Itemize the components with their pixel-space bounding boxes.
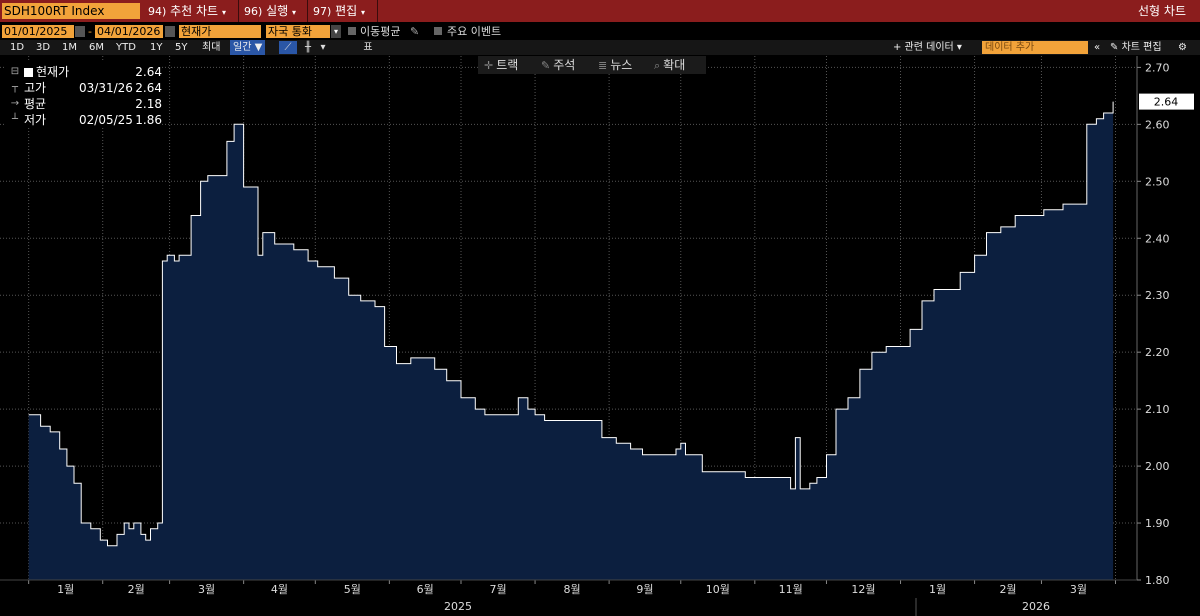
expand-icon[interactable]: ⊟: [8, 64, 22, 80]
pencil-icon: ✎: [541, 59, 551, 72]
y-tick-label: 2.50: [1145, 175, 1170, 188]
track-label: 트랙: [496, 58, 519, 72]
legend-current-value: 2.64: [135, 65, 162, 79]
price-area-fill: [28, 101, 1114, 580]
year-label: 2026: [1022, 600, 1050, 613]
crosshair-icon: ✛: [484, 59, 494, 72]
annotate-label: 주석: [553, 58, 576, 72]
x-tick-label: 2월: [999, 583, 1016, 596]
x-tick-label: 12월: [851, 583, 875, 596]
price-chart[interactable]: 1.80 1.90 2.00 2.10 2.20 2.30 2.40 2.50 2.60 2.70…: [0, 0, 1200, 616]
x-tick-label: 6월: [417, 583, 434, 596]
legend-high-date: 03/31/26: [79, 81, 133, 95]
legend-current-label: 현재가: [36, 65, 70, 79]
legend-low-value: 1.86: [135, 113, 162, 127]
y-tick-label: 2.60: [1145, 118, 1170, 131]
year-label: 2025: [444, 600, 472, 613]
news-icon: ≣: [598, 59, 608, 72]
average-marker-icon: →: [10, 98, 20, 109]
y-tick-label: 2.00: [1145, 460, 1170, 473]
zoom-icon: ⌕: [654, 59, 661, 72]
y-tick-label: 2.30: [1145, 289, 1170, 302]
track-tool[interactable]: ✛ 트랙: [484, 56, 518, 75]
x-tick-label: 3월: [198, 583, 215, 596]
x-axis-ticks: 1월 2월 3월 4월 5월 6월 7월 8월 9월 10월 11월 12월 1월 2월 3월 2025 202…: [28, 580, 1117, 613]
annotate-tool[interactable]: ✎ 주석: [541, 56, 575, 75]
last-price-marker: 2.64: [1139, 93, 1194, 110]
chart-legend: ⊟ 현재가 2.64 ┬ 고가 03/31/26 2.64 → 평균 2.18 …: [6, 62, 162, 128]
zoom-tool[interactable]: ⌕ 확대: [654, 56, 685, 75]
x-tick-label: 4월: [271, 583, 288, 596]
x-tick-label: 3월: [1070, 583, 1087, 596]
series-color-swatch: [24, 68, 33, 77]
legend-low-date: 02/05/25: [79, 113, 133, 127]
legend-average-label: 평균: [24, 97, 47, 111]
legend-high-label: 고가: [24, 81, 47, 95]
y-tick-label: 2.20: [1145, 346, 1170, 359]
y-axis-ticks: 1.80 1.90 2.00 2.10 2.20 2.30 2.40 2.50 2.60 2.70: [1137, 61, 1170, 587]
news-label: 뉴스: [610, 58, 633, 72]
x-tick-label: 2월: [128, 583, 145, 596]
y-tick-label: 2.70: [1145, 61, 1170, 74]
x-tick-label: 8월: [564, 583, 581, 596]
legend-average-value: 2.18: [135, 97, 162, 111]
legend-current[interactable]: ⊟ 현재가 2.64: [6, 64, 162, 80]
y-tick-label: 1.80: [1145, 574, 1170, 587]
low-marker-icon: ┴: [11, 114, 19, 125]
zoom-label: 확대: [663, 58, 686, 72]
legend-high-value: 2.64: [135, 81, 162, 95]
y-tick-label: 1.90: [1145, 517, 1170, 530]
x-tick-label: 5월: [344, 583, 361, 596]
x-tick-label: 11월: [779, 583, 803, 596]
legend-low: ┴ 저가 02/05/25 1.86: [6, 112, 162, 128]
chart-tools-bar: ✛ 트랙 ✎ 주석 ≣ 뉴스 ⌕ 확대: [478, 56, 706, 74]
y-tick-label: 2.40: [1145, 232, 1170, 245]
x-tick-label: 1월: [929, 583, 946, 596]
x-tick-label: 10월: [706, 583, 730, 596]
x-tick-label: 7월: [489, 583, 506, 596]
legend-high: ┬ 고가 03/31/26 2.64: [6, 80, 162, 96]
x-tick-label: 9월: [636, 583, 653, 596]
legend-low-label: 저가: [24, 113, 47, 127]
x-tick-label: 1월: [57, 583, 74, 596]
news-tool[interactable]: ≣ 뉴스: [598, 56, 632, 75]
high-marker-icon: ┬: [11, 82, 19, 93]
last-price-label: 2.64: [1154, 96, 1179, 109]
y-tick-label: 2.10: [1145, 403, 1170, 416]
legend-average: → 평균 2.18: [6, 96, 162, 112]
